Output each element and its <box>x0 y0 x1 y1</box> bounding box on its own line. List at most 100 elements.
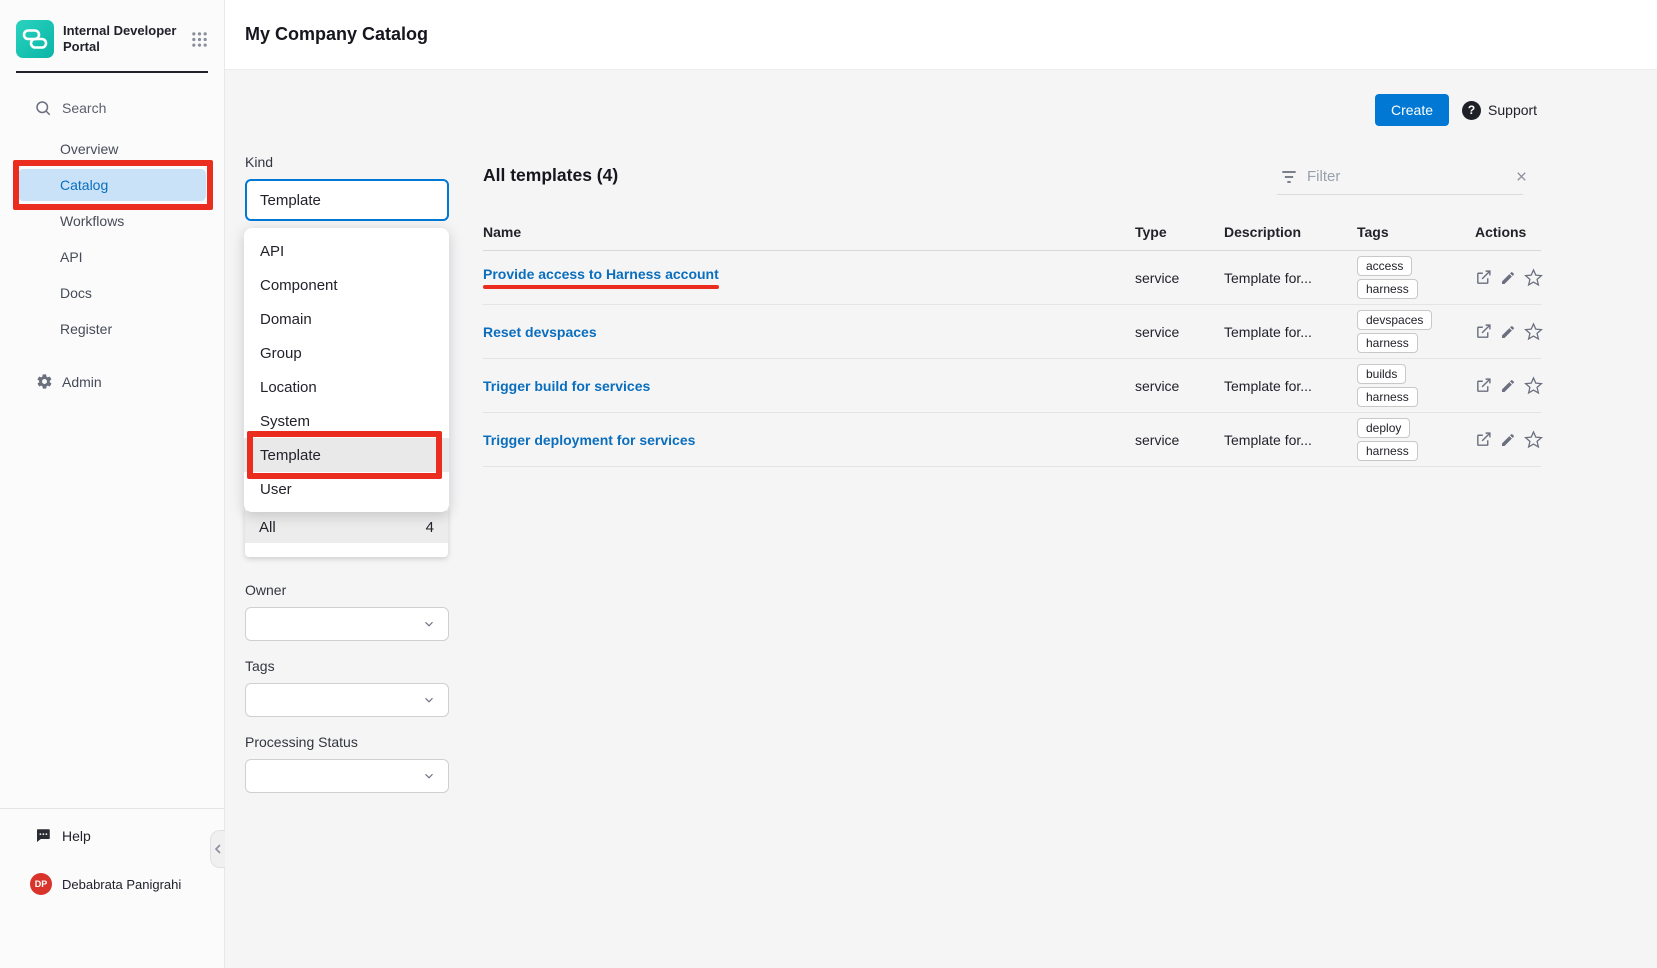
sidebar-item-register[interactable]: Register <box>0 311 224 347</box>
row-type-cell: service <box>1135 324 1224 340</box>
sidebar-item-catalog[interactable]: Catalog <box>18 169 206 201</box>
template-link[interactable]: Provide access to Harness account <box>483 266 719 282</box>
annotation-underline-wrap: Provide access to Harness account <box>483 266 719 289</box>
kind-dropdown-menu: API Component Domain Group Location Syst… <box>244 228 449 512</box>
kind-option-location[interactable]: Location <box>244 370 449 404</box>
tag-chip[interactable]: access <box>1357 256 1412 276</box>
user-name: Debabrata Panigrahi <box>62 877 181 892</box>
sidebar: Internal Developer Portal Search Overvie… <box>0 0 225 968</box>
kind-facet-card: All 4 <box>245 507 448 557</box>
sidebar-bottom: Help DP Debabrata Panigrahi <box>0 808 224 968</box>
tags-select[interactable] <box>245 683 449 717</box>
create-button[interactable]: Create <box>1375 94 1449 126</box>
top-actions: Create ? Support <box>1375 94 1537 126</box>
sidebar-item-overview[interactable]: Overview <box>0 131 224 167</box>
tag-chip[interactable]: harness <box>1357 279 1418 299</box>
star-icon[interactable] <box>1524 268 1543 287</box>
column-header-type: Type <box>1135 224 1224 240</box>
kind-option-template[interactable]: Template <box>244 438 449 472</box>
filter-input[interactable] <box>1307 168 1506 185</box>
catalog-table-section: All templates (4) Name <box>483 165 1541 467</box>
open-in-new-icon[interactable] <box>1475 377 1492 394</box>
kind-option-template-label: Template <box>260 447 321 464</box>
sidebar-search[interactable]: Search <box>34 99 224 117</box>
chevron-down-icon <box>422 693 436 707</box>
filters-panel: Kind Template <box>245 154 449 221</box>
row-description-cell: Template for... <box>1224 378 1357 394</box>
facet-all-label: All <box>259 519 276 536</box>
page-title: My Company Catalog <box>245 24 428 45</box>
sidebar-item-admin-label: Admin <box>62 374 102 390</box>
template-link[interactable]: Reset devspaces <box>483 324 597 340</box>
template-link[interactable]: Trigger build for services <box>483 378 650 394</box>
row-description-cell: Template for... <box>1224 432 1357 448</box>
table-filter <box>1277 163 1523 195</box>
sidebar-user[interactable]: DP Debabrata Panigrahi <box>30 873 224 895</box>
star-icon[interactable] <box>1524 430 1543 449</box>
star-icon[interactable] <box>1524 322 1543 341</box>
tag-chip[interactable]: builds <box>1357 364 1406 384</box>
row-name-cell: Provide access to Harness account <box>483 266 1135 289</box>
sidebar-item-workflows[interactable]: Workflows <box>0 203 224 239</box>
kind-option-api[interactable]: API <box>244 234 449 268</box>
open-in-new-icon[interactable] <box>1475 323 1492 340</box>
row-actions-cell <box>1475 322 1543 341</box>
kind-label: Kind <box>245 154 449 170</box>
table-row: Provide access to Harness account servic… <box>483 251 1541 305</box>
chevron-down-icon <box>422 617 436 631</box>
tag-chip[interactable]: harness <box>1357 333 1418 353</box>
edit-pencil-icon[interactable] <box>1500 378 1516 394</box>
processing-status-filter-group: Processing Status <box>245 734 449 793</box>
sidebar-item-admin[interactable]: Admin <box>36 373 224 390</box>
table-row: Reset devspaces service Template for... … <box>483 305 1541 359</box>
kind-option-system[interactable]: System <box>244 404 449 438</box>
open-in-new-icon[interactable] <box>1475 269 1492 286</box>
clear-filter-icon[interactable] <box>1514 169 1529 184</box>
row-description-cell: Template for... <box>1224 324 1357 340</box>
main-area: My Company Catalog Create ? Support Kind… <box>225 0 1657 968</box>
tag-chip[interactable]: deploy <box>1357 418 1410 438</box>
owner-filter-group: Owner <box>245 582 449 641</box>
column-header-description: Description <box>1224 224 1357 240</box>
edit-pencil-icon[interactable] <box>1500 270 1516 286</box>
row-tags-cell: devspaces harness <box>1357 305 1475 358</box>
template-link[interactable]: Trigger deployment for services <box>483 432 695 448</box>
edit-pencil-icon[interactable] <box>1500 432 1516 448</box>
row-actions-cell <box>1475 430 1543 449</box>
processing-status-select[interactable] <box>245 759 449 793</box>
facet-all-row[interactable]: All 4 <box>245 511 448 543</box>
tags-filter-group: Tags <box>245 658 449 717</box>
apps-grid-icon[interactable] <box>191 31 208 48</box>
tag-chip[interactable]: devspaces <box>1357 310 1432 330</box>
open-in-new-icon[interactable] <box>1475 431 1492 448</box>
column-header-tags: Tags <box>1357 224 1475 240</box>
facet-all-count: 4 <box>426 519 434 536</box>
row-type-cell: service <box>1135 378 1224 394</box>
gear-icon <box>36 373 53 390</box>
owner-select[interactable] <box>245 607 449 641</box>
kind-select[interactable]: Template <box>245 179 449 221</box>
table-row: Trigger deployment for services service … <box>483 413 1541 467</box>
row-description-cell: Template for... <box>1224 270 1357 286</box>
edit-pencil-icon[interactable] <box>1500 324 1516 340</box>
sidebar-item-help[interactable]: Help <box>34 827 224 845</box>
sidebar-item-docs[interactable]: Docs <box>0 275 224 311</box>
table-header-row: Name Type Description Tags Actions <box>483 224 1541 251</box>
kind-option-user[interactable]: User <box>244 472 449 506</box>
kind-option-domain[interactable]: Domain <box>244 302 449 336</box>
kind-option-component[interactable]: Component <box>244 268 449 302</box>
support-button[interactable]: ? Support <box>1462 101 1537 120</box>
column-header-name: Name <box>483 224 1135 240</box>
sidebar-item-api[interactable]: API <box>0 239 224 275</box>
sidebar-collapse-handle[interactable] <box>210 830 225 868</box>
tag-chip[interactable]: harness <box>1357 441 1418 461</box>
row-tags-cell: access harness <box>1357 251 1475 304</box>
tag-chip[interactable]: harness <box>1357 387 1418 407</box>
sidebar-search-label: Search <box>62 100 106 116</box>
star-icon[interactable] <box>1524 376 1543 395</box>
kind-option-group[interactable]: Group <box>244 336 449 370</box>
row-actions-cell <box>1475 376 1543 395</box>
logo-section: Internal Developer Portal <box>16 20 208 73</box>
row-name-cell: Trigger deployment for services <box>483 432 1135 448</box>
sidebar-item-catalog-label: Catalog <box>60 177 108 193</box>
